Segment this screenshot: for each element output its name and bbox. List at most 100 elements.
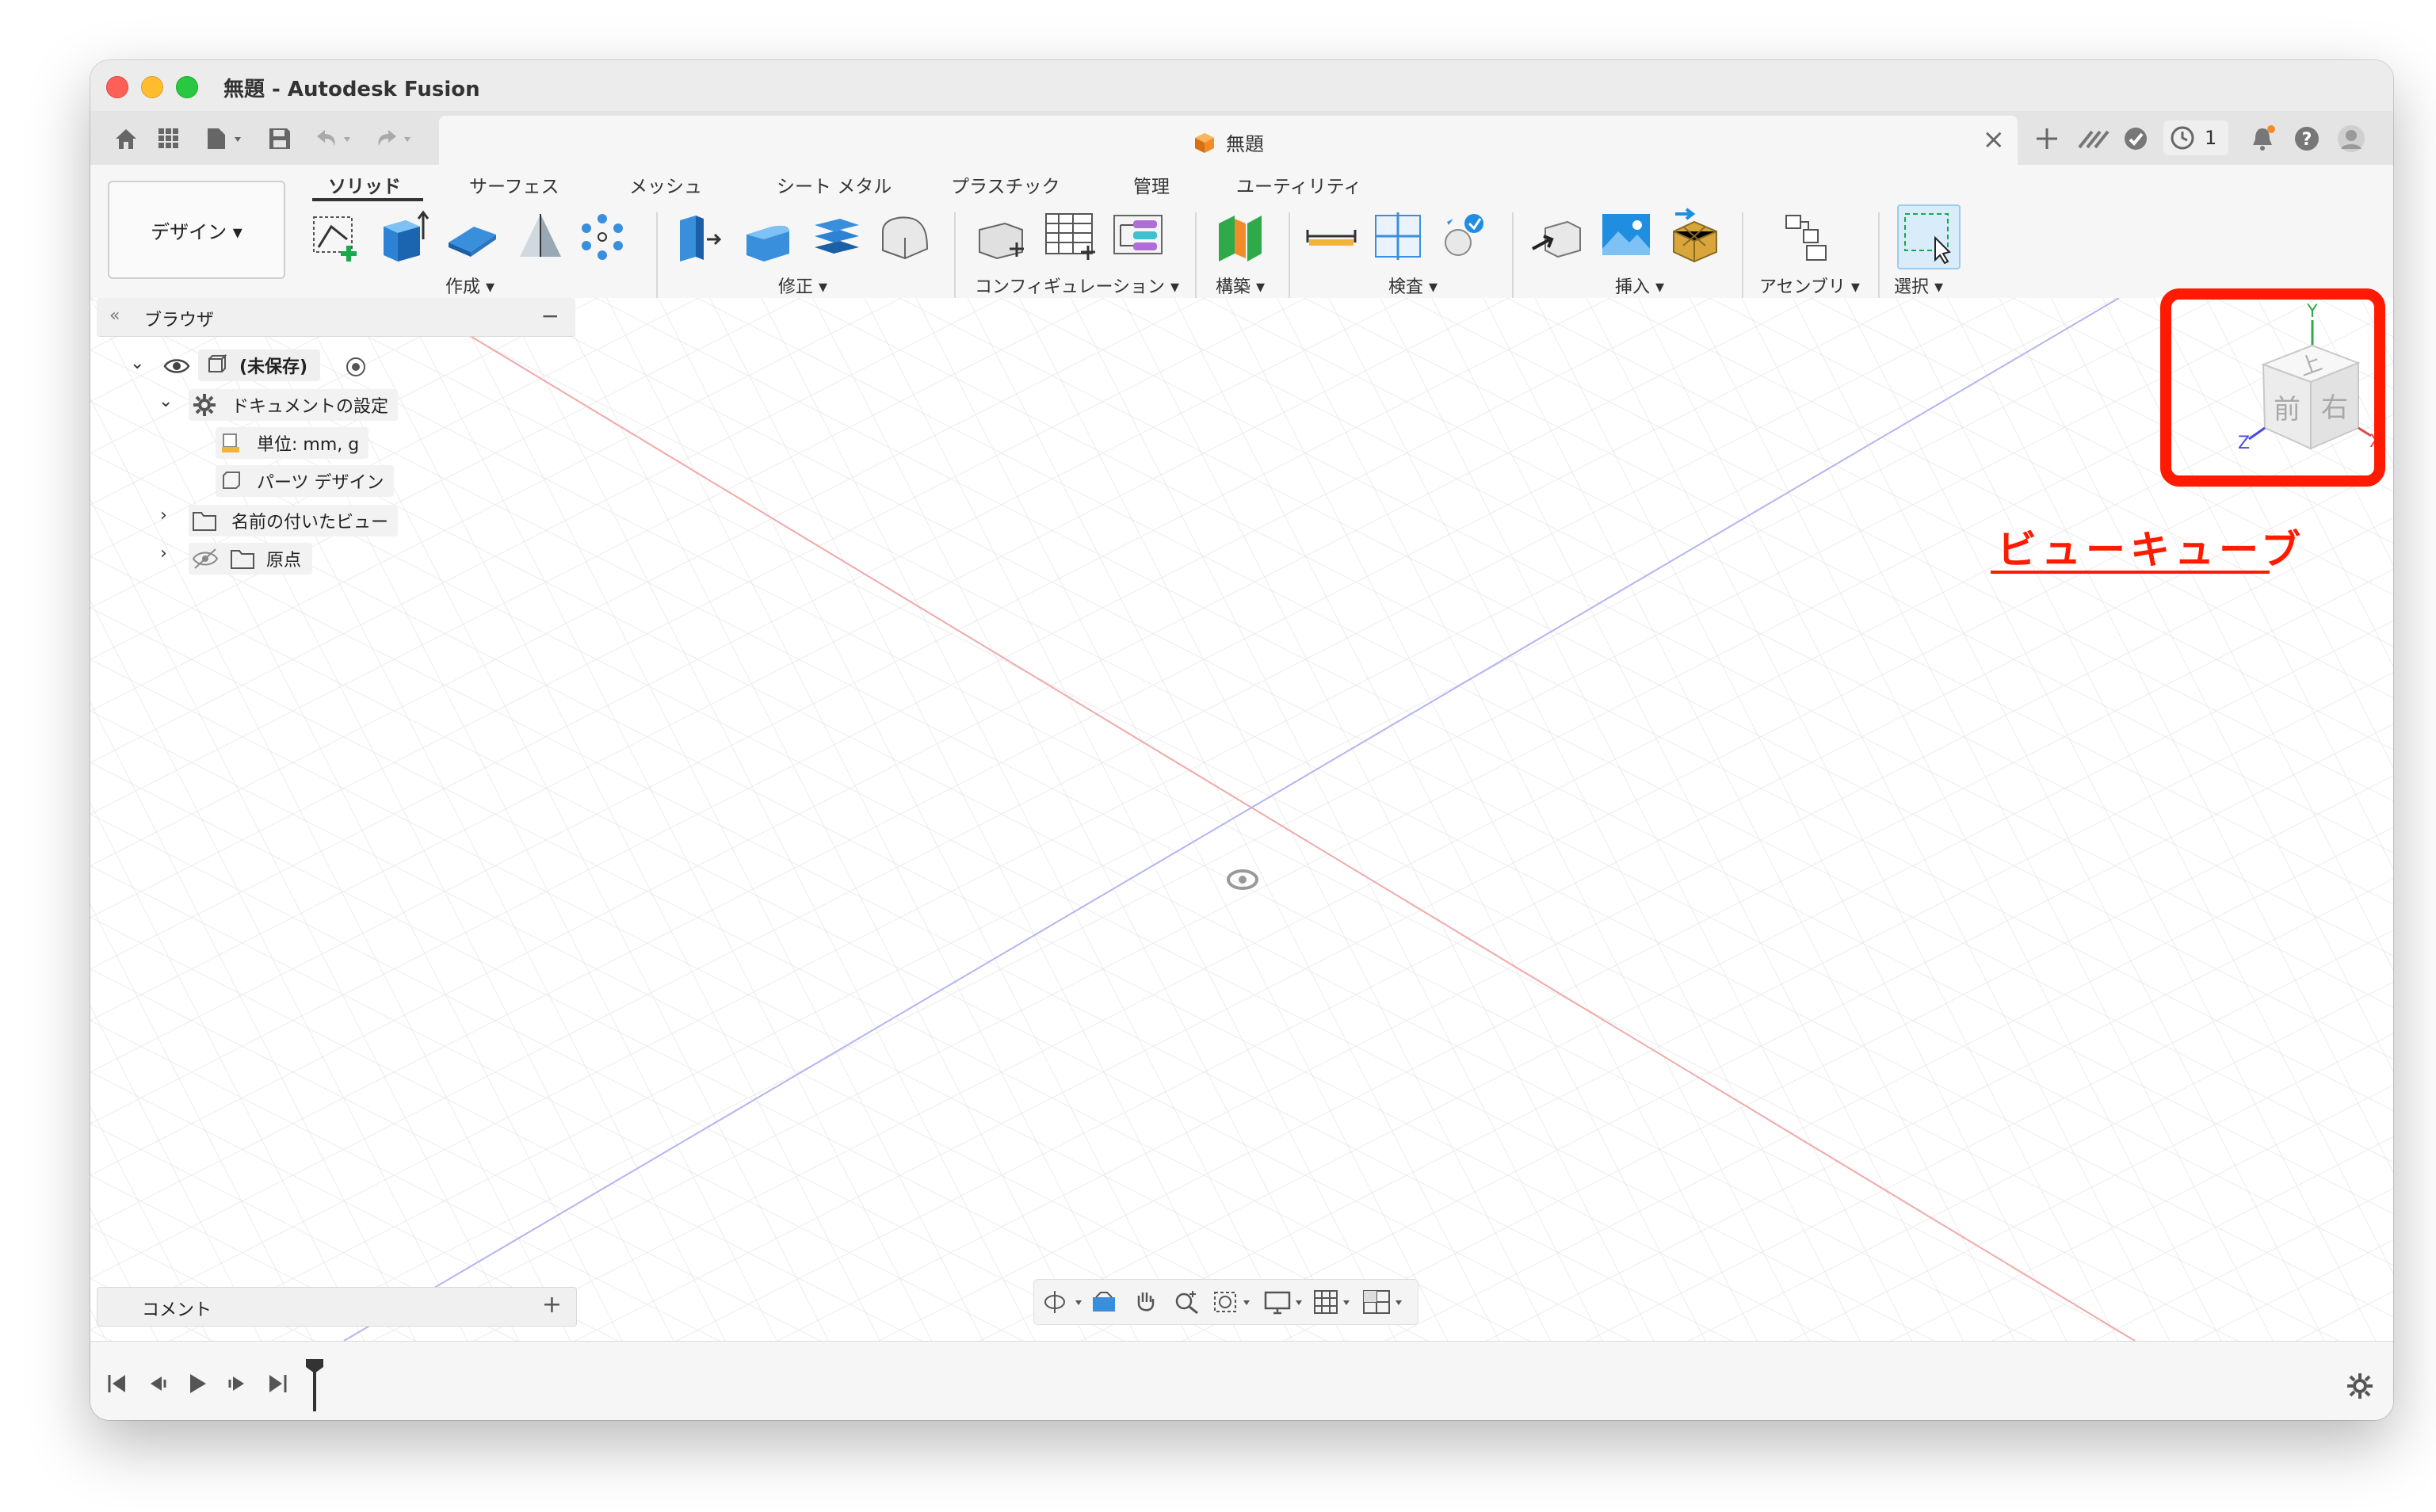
canvas-viewport[interactable]: « ブラウザ − ⌄ (未保存) ⌄ ドキュメントの設定 単位: mm, g パ… — [90, 298, 2393, 1341]
data-panel-grid-icon[interactable] — [155, 125, 182, 152]
tab-surface[interactable]: サーフェス — [469, 171, 559, 198]
section-analysis-icon[interactable] — [1369, 208, 1426, 265]
origin-label: 原点 — [266, 551, 302, 571]
extrude-icon[interactable] — [374, 208, 431, 265]
measure-icon[interactable] — [1303, 208, 1360, 265]
notification-center[interactable]: 1 — [2163, 120, 2228, 155]
offset-plane-icon[interactable] — [1212, 208, 1270, 265]
minimize-browser-icon[interactable]: − — [541, 303, 559, 329]
close-tab-icon[interactable]: × — [1983, 124, 2006, 155]
ribbon-separator — [1742, 212, 1743, 300]
configure-model-icon[interactable] — [973, 208, 1030, 265]
notification-bell-icon[interactable] — [2247, 124, 2278, 154]
timeline-settings-gear-icon[interactable] — [2346, 1372, 2374, 1400]
timeline-last-icon[interactable] — [265, 1372, 288, 1396]
comments-panel[interactable]: コメント + — [97, 1287, 577, 1327]
tree-root-row[interactable]: (未保存) — [198, 349, 321, 382]
app-window: 無題 - Autodesk Fusion 無題 × 1 ? デザイン ▾ ソリッ… — [90, 60, 2393, 1420]
interference-icon[interactable] — [1436, 208, 1493, 265]
tab-sheet-metal[interactable]: シート メタル — [777, 171, 892, 198]
fit-window-icon[interactable] — [1212, 1288, 1259, 1316]
press-pull-icon[interactable] — [672, 208, 729, 265]
timeline-marker[interactable] — [303, 1357, 326, 1413]
group-modify[interactable]: 修正 ▾ — [778, 273, 827, 298]
group-configure[interactable]: コンフィギュレーション ▾ — [975, 273, 1179, 298]
gear-icon — [193, 394, 216, 416]
tree-row-doc-settings[interactable]: ドキュメントの設定 — [189, 388, 399, 422]
group-inspect[interactable]: 検査 ▾ — [1388, 273, 1438, 298]
chevron-right-icon[interactable]: › — [160, 506, 167, 525]
shell-icon[interactable] — [808, 208, 865, 265]
timeline-next-icon[interactable] — [225, 1372, 249, 1396]
home-icon[interactable] — [113, 125, 139, 152]
insert-canvas-icon[interactable] — [1598, 208, 1655, 265]
create-sketch-icon[interactable] — [307, 208, 365, 265]
tab-plastic[interactable]: プラスチック — [951, 171, 1060, 198]
tree-row-units[interactable]: 単位: mm, g — [216, 426, 369, 460]
zoom-icon[interactable] — [1172, 1288, 1201, 1316]
document-tab[interactable]: 無題 × — [439, 116, 2018, 165]
group-create[interactable]: 作成 ▾ — [445, 273, 494, 298]
display-settings-icon[interactable] — [1264, 1288, 1308, 1316]
select-tool[interactable] — [1897, 204, 1961, 269]
orbit-icon[interactable] — [1042, 1288, 1086, 1316]
part-design-icon — [223, 472, 240, 489]
revolve-icon[interactable] — [444, 208, 501, 265]
timeline-first-icon[interactable] — [106, 1372, 130, 1396]
job-status-icon[interactable] — [2121, 124, 2151, 154]
named-views-label: 名前の付いたビュー — [231, 513, 389, 533]
tree-row-named-views[interactable]: 名前の付いたビュー — [189, 504, 399, 537]
tab-mesh[interactable]: メッシュ — [629, 171, 702, 198]
tree-row-design-type[interactable]: パーツ デザイン — [216, 464, 394, 498]
component-icon — [208, 354, 227, 372]
redo-icon[interactable] — [369, 125, 420, 152]
insert-derive-icon[interactable] — [1529, 208, 1586, 265]
extensions-icon[interactable] — [2076, 124, 2111, 154]
pan-hand-icon[interactable] — [1131, 1288, 1159, 1316]
activate-radio-icon[interactable] — [344, 355, 368, 379]
group-insert[interactable]: 挿入 ▾ — [1615, 273, 1664, 298]
group-select[interactable]: 選択 ▾ — [1894, 273, 1943, 298]
timeline-play-icon[interactable] — [185, 1372, 209, 1396]
user-avatar-icon[interactable] — [2336, 124, 2366, 154]
help-icon[interactable]: ? — [2292, 124, 2322, 154]
group-assemble[interactable]: アセンブリ ▾ — [1759, 273, 1860, 298]
loft-icon[interactable] — [512, 208, 569, 265]
maximize-window-button[interactable] — [176, 76, 198, 98]
chevron-down-icon[interactable]: ⌄ — [158, 391, 173, 411]
fillet-icon[interactable] — [740, 208, 797, 265]
chevron-right-icon[interactable]: › — [160, 544, 167, 563]
new-component-icon[interactable] — [1778, 208, 1835, 265]
ribbon-separator — [1195, 212, 1197, 300]
ribbon-separator — [1512, 212, 1514, 300]
tab-utilities[interactable]: ユーティリティ — [1236, 171, 1361, 198]
pattern-icon[interactable] — [574, 208, 631, 265]
tab-solid[interactable]: ソリッド — [328, 171, 401, 198]
timeline-previous-icon[interactable] — [146, 1372, 170, 1396]
close-window-button[interactable] — [106, 76, 128, 98]
eye-icon[interactable] — [163, 357, 190, 376]
configuration-table-icon[interactable] — [1041, 208, 1098, 265]
minimize-window-button[interactable] — [141, 76, 163, 98]
hidden-eye-icon[interactable] — [192, 548, 219, 570]
new-tab-plus-icon[interactable] — [2032, 124, 2062, 154]
save-icon[interactable] — [266, 125, 293, 152]
workspace-switcher[interactable]: デザイン ▾ — [108, 181, 285, 279]
add-comment-icon[interactable]: + — [542, 1291, 562, 1319]
collapse-browser-icon[interactable]: « — [109, 306, 120, 326]
configuration-rules-icon[interactable] — [1109, 208, 1166, 265]
ribbon-separator — [954, 212, 956, 300]
navigation-bar — [1033, 1279, 1418, 1325]
grid-settings-icon[interactable] — [1313, 1288, 1356, 1316]
look-at-icon[interactable] — [1090, 1288, 1118, 1316]
insert-mesh-icon[interactable] — [1666, 208, 1723, 265]
timeline — [90, 1341, 2393, 1420]
group-construct[interactable]: 構築 ▾ — [1216, 273, 1265, 298]
undo-icon[interactable] — [309, 125, 360, 152]
file-menu-icon[interactable] — [204, 125, 249, 152]
chevron-down-icon[interactable]: ⌄ — [130, 353, 144, 373]
combine-icon[interactable] — [876, 208, 934, 265]
tab-manage[interactable]: 管理 — [1133, 171, 1170, 198]
viewports-icon[interactable] — [1362, 1288, 1410, 1316]
tree-row-origin[interactable]: 原点 — [189, 542, 313, 575]
